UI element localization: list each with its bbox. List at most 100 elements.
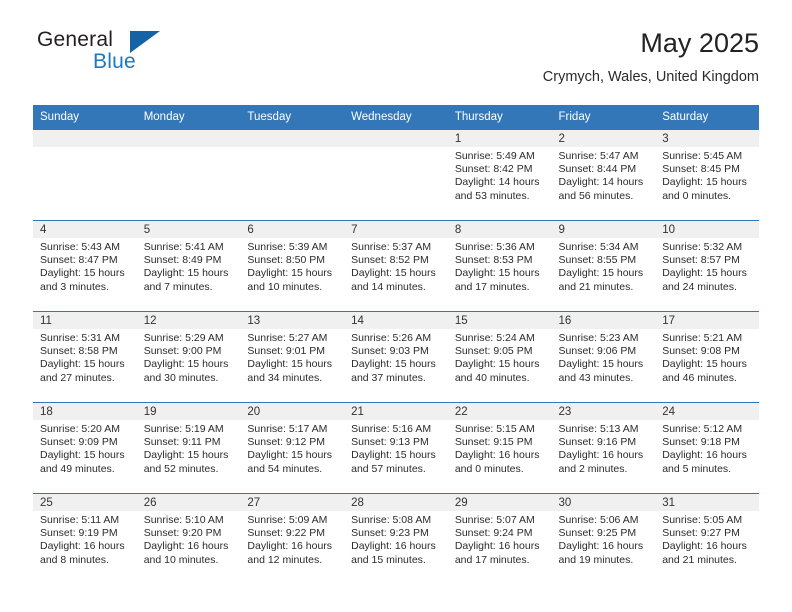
calendar-day-cell <box>33 130 137 221</box>
day-number: 15 <box>447 312 552 329</box>
calendar-day-cell[interactable]: 21 Sunrise: 5:16 AM Sunset: 9:13 PM Dayligh… <box>344 402 448 494</box>
brand-logo[interactable]: General Blue <box>33 28 243 86</box>
day-details: Sunrise: 5:08 AM Sunset: 9:23 PM Daylight:… <box>344 511 448 567</box>
calendar-day-cell[interactable]: 8 Sunrise: 5:36 AM Sunset: 8:53 PM Daylight… <box>447 220 552 312</box>
calendar-day-cell[interactable]: 18 Sunrise: 5:20 AM Sunset: 9:09 PM Dayligh… <box>33 402 137 494</box>
day-details: Sunrise: 5:34 AM Sunset: 8:55 PM Daylight:… <box>552 238 656 294</box>
sunrise-text: Sunrise: 5:45 AM <box>662 150 743 162</box>
day-cell-inner: 16 Sunrise: 5:23 AM Sunset: 9:06 PM Dayligh… <box>551 312 656 402</box>
calendar-body: 1 Sunrise: 5:49 AM Sunset: 8:42 PM Daylight… <box>33 130 759 584</box>
day-number: 9 <box>551 221 656 238</box>
daylight-text: Daylight: 15 hours and 46 minutes. <box>662 358 747 384</box>
weekday-header-tuesday: Tuesday <box>240 105 345 130</box>
calendar-day-cell[interactable]: 4 Sunrise: 5:43 AM Sunset: 8:47 PM Daylight… <box>33 220 137 312</box>
sunrise-text: Sunrise: 5:09 AM <box>247 514 328 526</box>
calendar-day-cell[interactable]: 13 Sunrise: 5:27 AM Sunset: 9:01 PM Dayligh… <box>240 311 345 403</box>
calendar-day-cell[interactable]: 11 Sunrise: 5:31 AM Sunset: 8:58 PM Dayligh… <box>33 311 137 403</box>
calendar-day-cell[interactable]: 30 Sunrise: 5:06 AM Sunset: 9:25 PM Dayligh… <box>551 493 656 584</box>
calendar-day-cell[interactable]: 17 Sunrise: 5:21 AM Sunset: 9:08 PM Dayligh… <box>655 311 759 403</box>
day-number: 5 <box>136 221 241 238</box>
calendar-day-cell[interactable]: 16 Sunrise: 5:23 AM Sunset: 9:06 PM Dayligh… <box>551 311 656 403</box>
day-number: 28 <box>344 494 448 511</box>
calendar-day-cell[interactable]: 7 Sunrise: 5:37 AM Sunset: 8:52 PM Daylight… <box>344 220 448 312</box>
daylight-text: Daylight: 15 hours and 30 minutes. <box>143 358 229 384</box>
daylight-text: Daylight: 16 hours and 12 minutes. <box>247 540 333 566</box>
day-details: Sunrise: 5:29 AM Sunset: 9:00 PM Daylight:… <box>137 329 241 385</box>
calendar-day-cell[interactable]: 2 Sunrise: 5:47 AM Sunset: 8:44 PM Daylight… <box>551 130 656 221</box>
sunset-text: Sunset: 9:13 PM <box>351 436 429 449</box>
calendar-day-cell[interactable]: 24 Sunrise: 5:12 AM Sunset: 9:18 PM Dayligh… <box>655 402 759 494</box>
day-details: Sunrise: 5:17 AM Sunset: 9:12 PM Daylight:… <box>240 420 344 476</box>
day-number <box>136 130 241 147</box>
calendar-day-cell[interactable]: 14 Sunrise: 5:26 AM Sunset: 9:03 PM Dayligh… <box>344 311 448 403</box>
daylight-text: Daylight: 16 hours and 2 minutes. <box>558 449 644 475</box>
day-cell-inner: 18 Sunrise: 5:20 AM Sunset: 9:09 PM Dayligh… <box>33 403 137 493</box>
day-details: Sunrise: 5:27 AM Sunset: 9:01 PM Daylight:… <box>240 329 344 385</box>
day-number <box>240 130 345 147</box>
day-details: Sunrise: 5:05 AM Sunset: 9:27 PM Daylight:… <box>655 511 759 567</box>
day-details: Sunrise: 5:41 AM Sunset: 8:49 PM Daylight:… <box>137 238 241 294</box>
calendar-day-cell[interactable]: 12 Sunrise: 5:29 AM Sunset: 9:00 PM Dayligh… <box>136 311 241 403</box>
sunset-text: Sunset: 8:49 PM <box>143 254 222 267</box>
calendar-day-cell[interactable]: 20 Sunrise: 5:17 AM Sunset: 9:12 PM Dayligh… <box>240 402 345 494</box>
sunrise-text: Sunrise: 5:34 AM <box>558 241 639 253</box>
day-cell-inner: 20 Sunrise: 5:17 AM Sunset: 9:12 PM Dayligh… <box>240 403 345 493</box>
daylight-text: Daylight: 16 hours and 19 minutes. <box>558 540 644 566</box>
sunset-text: Sunset: 8:52 PM <box>351 254 429 267</box>
day-cell-inner: 27 Sunrise: 5:09 AM Sunset: 9:22 PM Dayligh… <box>240 494 345 584</box>
calendar-day-cell[interactable]: 22 Sunrise: 5:15 AM Sunset: 9:15 PM Dayligh… <box>447 402 552 494</box>
day-number: 1 <box>447 130 552 147</box>
sunrise-text: Sunrise: 5:49 AM <box>454 150 535 162</box>
day-number: 12 <box>136 312 241 329</box>
calendar-day-cell[interactable]: 9 Sunrise: 5:34 AM Sunset: 8:55 PM Daylight… <box>551 220 656 312</box>
day-number: 20 <box>240 403 345 420</box>
day-number <box>33 130 137 147</box>
daylight-text: Daylight: 16 hours and 8 minutes. <box>40 540 125 566</box>
calendar-day-cell[interactable]: 15 Sunrise: 5:24 AM Sunset: 9:05 PM Dayligh… <box>447 311 552 403</box>
sunset-text: Sunset: 9:09 PM <box>40 436 118 449</box>
day-cell-inner: 22 Sunrise: 5:15 AM Sunset: 9:15 PM Dayligh… <box>447 403 552 493</box>
sunrise-text: Sunrise: 5:17 AM <box>247 423 328 435</box>
sunset-text: Sunset: 8:44 PM <box>558 163 637 176</box>
day-cell-inner: 13 Sunrise: 5:27 AM Sunset: 9:01 PM Dayligh… <box>240 312 345 402</box>
day-cell-inner: 9 Sunrise: 5:34 AM Sunset: 8:55 PM Daylight… <box>551 221 656 311</box>
daylight-text: Daylight: 15 hours and 49 minutes. <box>40 449 125 475</box>
calendar-day-cell[interactable]: 3 Sunrise: 5:45 AM Sunset: 8:45 PM Daylight… <box>655 130 759 221</box>
calendar-day-cell[interactable]: 5 Sunrise: 5:41 AM Sunset: 8:49 PM Daylight… <box>136 220 241 312</box>
sunset-text: Sunset: 9:16 PM <box>558 436 637 449</box>
calendar-day-cell[interactable]: 25 Sunrise: 5:11 AM Sunset: 9:19 PM Dayligh… <box>33 493 137 584</box>
day-number: 22 <box>447 403 552 420</box>
calendar-day-cell[interactable]: 6 Sunrise: 5:39 AM Sunset: 8:50 PM Daylight… <box>240 220 345 312</box>
day-cell-inner: 14 Sunrise: 5:26 AM Sunset: 9:03 PM Dayligh… <box>344 312 448 402</box>
daylight-text: Daylight: 15 hours and 40 minutes. <box>454 358 540 384</box>
day-number: 7 <box>344 221 448 238</box>
day-number: 10 <box>655 221 759 238</box>
day-number: 24 <box>655 403 759 420</box>
calendar-day-cell[interactable]: 31 Sunrise: 5:05 AM Sunset: 9:27 PM Dayligh… <box>655 493 759 584</box>
calendar-day-cell[interactable]: 1 Sunrise: 5:49 AM Sunset: 8:42 PM Daylight… <box>447 130 552 221</box>
day-cell-inner: 1 Sunrise: 5:49 AM Sunset: 8:42 PM Daylight… <box>447 130 552 220</box>
day-details <box>33 147 137 150</box>
day-cell-inner: 4 Sunrise: 5:43 AM Sunset: 8:47 PM Daylight… <box>33 221 137 311</box>
day-details: Sunrise: 5:09 AM Sunset: 9:22 PM Daylight:… <box>240 511 344 567</box>
calendar-day-cell[interactable]: 10 Sunrise: 5:32 AM Sunset: 8:57 PM Dayligh… <box>655 220 759 312</box>
daylight-text: Daylight: 15 hours and 17 minutes. <box>454 267 540 293</box>
calendar-day-cell[interactable]: 28 Sunrise: 5:08 AM Sunset: 9:23 PM Dayligh… <box>344 493 448 584</box>
sunrise-text: Sunrise: 5:15 AM <box>454 423 535 435</box>
daylight-text: Daylight: 15 hours and 7 minutes. <box>143 267 229 293</box>
daylight-text: Daylight: 15 hours and 57 minutes. <box>351 449 436 475</box>
day-details <box>137 147 241 150</box>
calendar-day-cell[interactable]: 27 Sunrise: 5:09 AM Sunset: 9:22 PM Dayligh… <box>240 493 345 584</box>
day-number: 2 <box>551 130 656 147</box>
sunset-text: Sunset: 8:55 PM <box>558 254 637 267</box>
calendar-day-cell[interactable]: 19 Sunrise: 5:19 AM Sunset: 9:11 PM Dayligh… <box>136 402 241 494</box>
daylight-text: Daylight: 16 hours and 5 minutes. <box>662 449 747 475</box>
sunset-text: Sunset: 8:47 PM <box>40 254 118 267</box>
calendar-day-cell[interactable]: 29 Sunrise: 5:07 AM Sunset: 9:24 PM Dayligh… <box>447 493 552 584</box>
calendar-day-cell[interactable]: 26 Sunrise: 5:10 AM Sunset: 9:20 PM Dayligh… <box>136 493 241 584</box>
day-number: 29 <box>447 494 552 511</box>
day-number: 11 <box>33 312 137 329</box>
calendar-day-cell[interactable]: 23 Sunrise: 5:13 AM Sunset: 9:16 PM Dayligh… <box>551 402 656 494</box>
daylight-text: Daylight: 14 hours and 56 minutes. <box>558 176 644 202</box>
sunrise-text: Sunrise: 5:12 AM <box>662 423 743 435</box>
